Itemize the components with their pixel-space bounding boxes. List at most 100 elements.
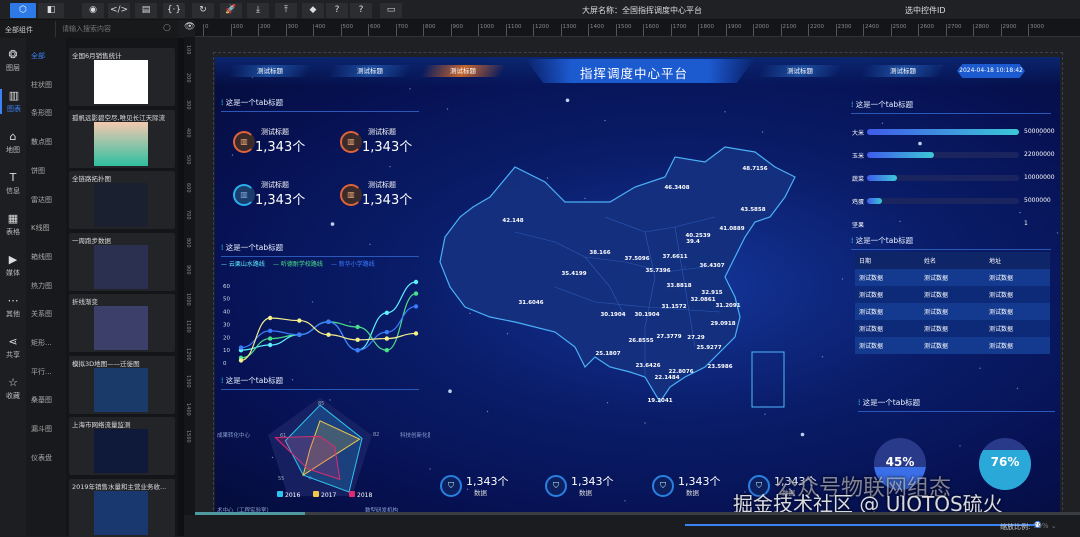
bar-value: 22000000: [1024, 151, 1055, 158]
zoom-select[interactable]: 79% ⌄: [1033, 522, 1057, 530]
shield-icon: ⛉: [545, 475, 567, 497]
ruler-tick: 300: [285, 24, 298, 36]
nav-more[interactable]: ⋯ 其他: [0, 294, 26, 319]
category-item[interactable]: 散点图: [31, 137, 52, 147]
map-value-label: 27.29: [687, 335, 705, 341]
package-button[interactable]: ◆: [302, 3, 324, 18]
column-header: 地址: [989, 258, 1002, 265]
data-table: 日期 姓名 地址 测试数据 测试数据 测试数据 测试数据 测试数据 测试数据 测试数据 测试数据 测试…: [855, 252, 1050, 354]
category-item[interactable]: 饼图: [31, 166, 45, 176]
save-button[interactable]: ▤: [135, 3, 157, 18]
table-cell: 测试数据: [989, 326, 1014, 333]
nav-bar-chart[interactable]: ▥ 图表: [0, 89, 26, 114]
panel-button[interactable]: ◧: [38, 3, 64, 18]
component-card[interactable]: 全链路拓扑图: [69, 171, 175, 229]
category-item[interactable]: 关系图: [31, 309, 52, 319]
component-card[interactable]: 模拟3D地图——迁徙图: [69, 355, 175, 414]
search-icon[interactable]: ○: [163, 23, 171, 33]
ruler-tick: 1100: [505, 24, 522, 36]
table-cell: 测试数据: [989, 292, 1014, 299]
table-row[interactable]: 测试数据 测试数据 测试数据: [855, 320, 1050, 337]
map-value-label: 46.3408: [664, 185, 690, 191]
gauge-value: 45%: [885, 455, 915, 469]
component-card-preview: [94, 121, 148, 166]
category-item[interactable]: 雷达图: [31, 195, 52, 205]
help-button[interactable]: ?: [326, 3, 348, 18]
table-cell: 测试数据: [989, 343, 1014, 350]
table-row[interactable]: 测试数据 测试数据 测试数据: [855, 303, 1050, 320]
refresh-button[interactable]: ↻: [192, 3, 214, 18]
table-cell: 测试数据: [989, 309, 1014, 316]
table-cell: 测试数据: [924, 326, 949, 333]
eye-button[interactable]: ◉: [82, 3, 104, 18]
category-item[interactable]: 柱状图: [31, 80, 52, 90]
component-card[interactable]: 孤帆远影碧空尽,唯见长江天际流: [69, 109, 175, 168]
nav-star[interactable]: ☆ 收藏: [0, 376, 26, 401]
category-item[interactable]: 平行...: [31, 367, 52, 377]
ruler-tick: 1000: [478, 24, 494, 36]
cube-button[interactable]: ⬡: [10, 3, 36, 18]
category-item[interactable]: 条形图: [31, 108, 52, 118]
download-button[interactable]: ⤓: [247, 3, 269, 18]
map-value-label: 36.4307: [699, 263, 725, 269]
category-item[interactable]: 箱线图: [31, 252, 52, 262]
category-item[interactable]: 热力图: [31, 281, 52, 291]
package-icon: ◆: [309, 5, 317, 15]
icon-nav: ❂ 图层 ▥ 图表 ⌂ 地图 T 信息 ▦ 表格 ▶ 媒体 ⋯ 其他 ⋖ 共享 ☆ 收藏: [0, 38, 26, 536]
ruler-tick: 2900: [1000, 24, 1017, 36]
ruler-tick: 2100: [780, 24, 797, 36]
bottom-stat: ⛉ 1,343个 数据: [652, 473, 742, 503]
star-icon: ☆: [8, 376, 18, 389]
table-header: 日期 姓名 地址: [855, 252, 1050, 269]
ruler-tick: 500: [185, 155, 191, 165]
nav-text[interactable]: T 信息: [0, 171, 26, 196]
component-card[interactable]: 全国6月销售统计: [69, 48, 175, 106]
category-item[interactable]: 矩形...: [31, 338, 52, 348]
table-cell: 测试数据: [859, 326, 884, 333]
component-card[interactable]: 一周跑步数据: [69, 232, 175, 291]
dashboard-preview[interactable]: 指挥调度中心平台 测试标题 测试标题 测试标题 测试标题 测试标题 2024-0…: [215, 57, 1060, 515]
table-row[interactable]: 测试数据 测试数据 测试数据: [855, 269, 1050, 286]
category-item[interactable]: K线图: [31, 223, 50, 233]
ruler-tick: 2700: [945, 24, 962, 36]
eye-icon: ◉: [89, 5, 97, 15]
category-item[interactable]: 漏斗图: [31, 424, 52, 434]
nav-layers[interactable]: ❂ 图层: [0, 48, 26, 73]
eye-icon[interactable]: 👁: [184, 22, 195, 32]
save-icon: ▤: [141, 5, 151, 15]
all-components-tab[interactable]: 全部组件: [5, 25, 33, 35]
help-circle-button[interactable]: ?: [350, 3, 372, 18]
bar-row: 坚果 1: [852, 218, 1052, 230]
zoom-label: 缩放比例:: [1000, 523, 1031, 531]
ruler-tick: 1400: [185, 402, 191, 416]
nav-share[interactable]: ⋖ 共享: [0, 335, 26, 360]
map-value-label: 38.166: [589, 250, 611, 256]
component-card-preview: [94, 183, 148, 227]
upload-button[interactable]: ⤒: [275, 3, 297, 18]
zoom-slider[interactable]: [685, 521, 1042, 528]
rocket-button[interactable]: 🚀: [220, 3, 242, 18]
braces-button[interactable]: {·}: [163, 3, 185, 18]
nav-map[interactable]: ⌂ 地图: [0, 130, 26, 155]
category-item[interactable]: 仪表盘: [31, 453, 52, 463]
ruler-tick: 800: [185, 237, 191, 248]
category-item[interactable]: 桑基图: [31, 395, 52, 405]
component-search-input[interactable]: [55, 21, 155, 37]
map-value-label: 22.1484: [654, 375, 680, 381]
nav-label: 收藏: [6, 392, 20, 400]
category-item[interactable]: 全部: [31, 51, 45, 61]
nav-media[interactable]: ▶ 媒体: [0, 253, 26, 278]
component-card[interactable]: 折线渐变: [69, 294, 175, 352]
nav-table[interactable]: ▦ 表格: [0, 212, 26, 237]
column-header: 姓名: [924, 258, 937, 265]
component-card[interactable]: 2019年销售水量和主营业务收...: [69, 478, 175, 537]
ruler-tick: 2600: [918, 24, 934, 36]
ruler-tick: 1700: [670, 24, 687, 36]
gauge-value: 76%: [990, 455, 1020, 469]
table-row[interactable]: 测试数据 测试数据 测试数据: [855, 337, 1050, 354]
component-card[interactable]: 上海市网络流量监测: [69, 417, 175, 475]
table-row[interactable]: 测试数据 测试数据 测试数据: [855, 286, 1050, 303]
ruler-tick: 600: [185, 182, 191, 193]
keyboard-button[interactable]: ▭: [380, 3, 402, 18]
code-button[interactable]: </>: [108, 3, 130, 18]
